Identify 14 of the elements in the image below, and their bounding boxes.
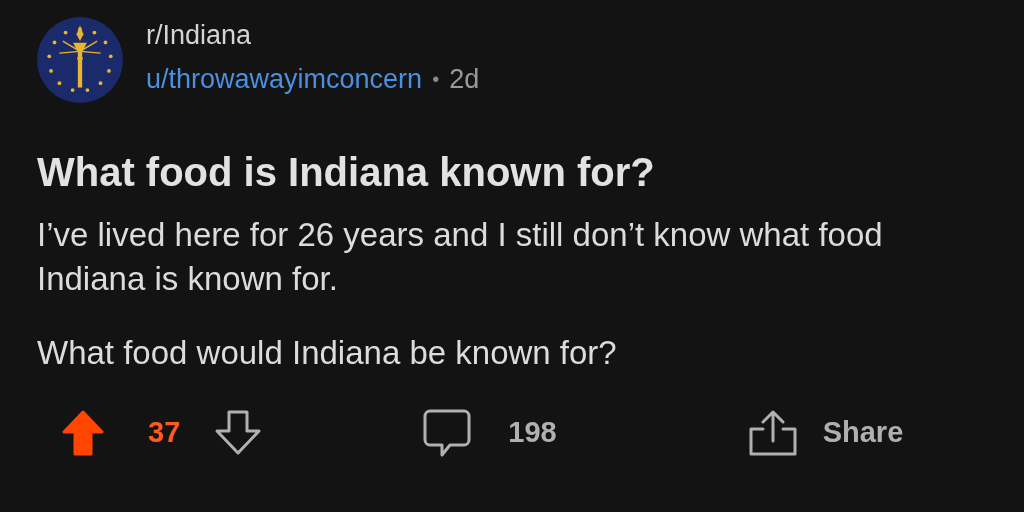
share-button[interactable]: Share [822, 411, 904, 455]
upvote-icon[interactable] [62, 410, 104, 456]
post-title: What food is Indiana known for? [37, 149, 656, 196]
post-text: What food would Indiana be known for? [37, 333, 618, 373]
vote-count: 37 [148, 415, 181, 451]
author-link[interactable]: u/throwawayimconcern [146, 59, 423, 100]
torch-stars-icon [37, 17, 123, 103]
separator: • [432, 67, 440, 93]
post-text: I’ve lived here for 26 years and I still don’t know what food Indiana is known for. [37, 215, 884, 299]
comment-count: 198 [508, 415, 557, 451]
downvote-icon[interactable] [214, 410, 263, 456]
subreddit-name[interactable]: r/Indiana [146, 14, 480, 55]
comment-icon[interactable] [422, 408, 473, 458]
post-age: 2d [449, 63, 480, 96]
